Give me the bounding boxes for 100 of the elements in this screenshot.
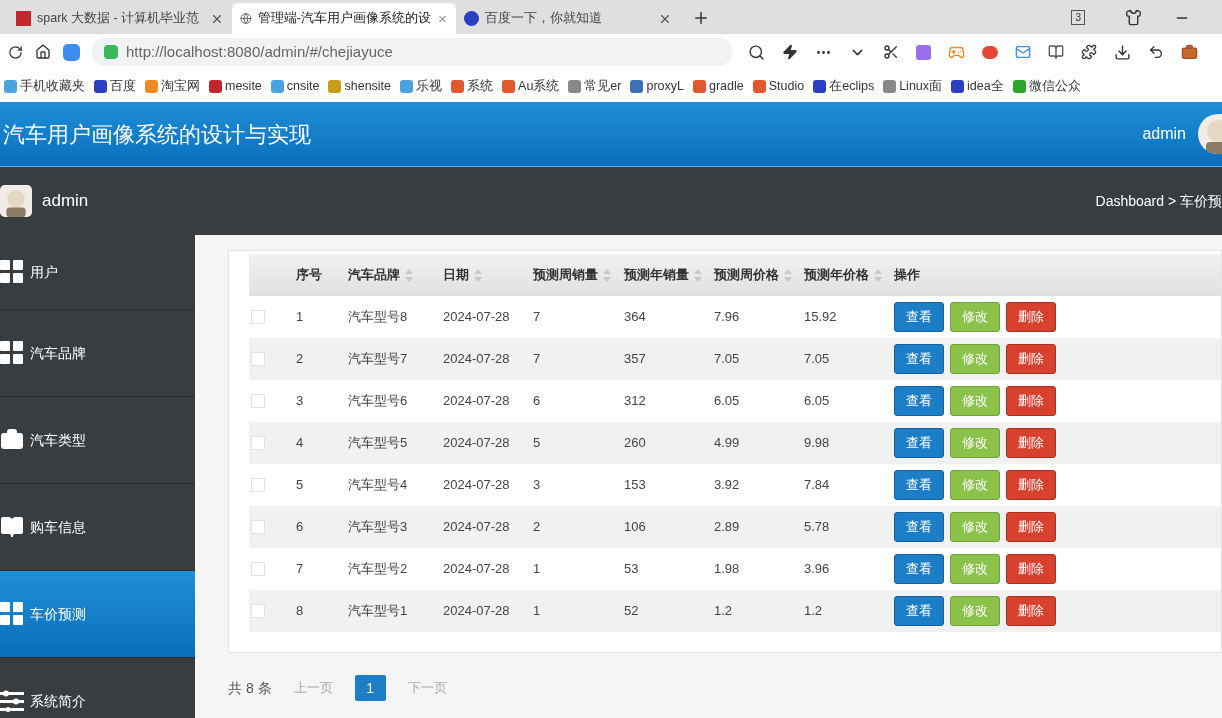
table-cell: 5.78 (804, 519, 830, 535)
view-button[interactable]: 查看 (894, 596, 944, 626)
column-header[interactable]: 预测周价格 (714, 265, 779, 285)
bookmark[interactable]: 系统 (451, 76, 494, 96)
bookmark[interactable]: idea全 (951, 76, 1004, 96)
table-cell: 4 (296, 435, 304, 451)
bookmark[interactable]: Studio (752, 76, 805, 96)
bookmark[interactable]: mesite (209, 76, 262, 96)
column-header: 序号 (296, 266, 322, 285)
table-cell: 9.98 (804, 435, 830, 451)
delete-button[interactable]: 删除 (1006, 512, 1056, 542)
view-button[interactable]: 查看 (894, 512, 944, 542)
column-header[interactable]: 汽车品牌 (348, 265, 400, 285)
row-checkbox[interactable] (251, 478, 265, 492)
home-icon[interactable] (35, 44, 51, 60)
table-cell: 364 (624, 309, 646, 325)
table-cell: 2024-07-28 (443, 519, 510, 535)
page-button[interactable]: 1 (354, 675, 386, 701)
bookmark[interactable]: 淘宝网 (145, 76, 200, 96)
undo-icon[interactable] (1148, 44, 1164, 60)
bookmark[interactable]: 乐视 (400, 76, 443, 96)
delete-button[interactable]: 删除 (1006, 470, 1056, 500)
table-cell: 2024-07-28 (443, 309, 510, 325)
row-checkbox[interactable] (251, 352, 265, 366)
row-checkbox[interactable] (251, 394, 265, 408)
breadcrumb: Dashboard > 车价预 (1095, 191, 1222, 211)
row-checkbox[interactable] (251, 436, 265, 450)
column-header[interactable]: 日期 (443, 265, 469, 285)
address-field[interactable]: http://localhost:8080/admin/#/chejiayuce (92, 38, 732, 66)
bookmark[interactable]: proxyL (630, 76, 684, 96)
skin-icon[interactable] (1125, 9, 1142, 26)
delete-button[interactable]: 删除 (1006, 344, 1056, 374)
column-header: 操作 (894, 266, 920, 285)
scissors-icon[interactable] (883, 44, 899, 60)
tab-count[interactable]: 3 (1071, 10, 1085, 25)
row-checkbox[interactable] (251, 520, 265, 534)
grid-icon (0, 602, 24, 626)
download-icon[interactable] (1114, 43, 1131, 61)
browser-tab[interactable]: spark 大数据 - 计算机毕业范 (8, 3, 232, 34)
bookmark[interactable]: 百度 (94, 76, 136, 96)
browser-tab[interactable]: 百度一下，你就知道 (456, 3, 680, 34)
table-cell: 2024-07-28 (443, 603, 510, 619)
extension-icon[interactable] (1081, 44, 1097, 60)
bookmark[interactable]: 微信公众 (1012, 76, 1081, 96)
sidebar-item[interactable]: 汽车品牌 (0, 310, 195, 397)
table-cell: 4.99 (714, 435, 740, 451)
view-button[interactable]: 查看 (894, 344, 944, 374)
view-button[interactable]: 查看 (894, 302, 944, 332)
reader-icon[interactable] (1048, 44, 1064, 60)
lightning-icon[interactable] (782, 44, 798, 60)
column-header[interactable]: 预测年价格 (804, 265, 869, 285)
delete-button[interactable]: 删除 (1006, 386, 1056, 416)
view-button[interactable]: 查看 (894, 386, 944, 416)
view-button[interactable]: 查看 (894, 554, 944, 584)
table-cell: 2024-07-28 (443, 561, 510, 577)
row-checkbox[interactable] (251, 310, 265, 324)
table-cell: 52 (624, 603, 639, 619)
table-cell: 汽车型号5 (348, 435, 408, 451)
mail-icon[interactable] (1015, 44, 1031, 60)
bookmark[interactable]: gradle (693, 76, 744, 96)
table-cell: 汽车型号1 (348, 603, 408, 619)
bookmark[interactable]: cnsite (270, 76, 320, 96)
book-icon (0, 515, 24, 539)
table-cell: 53 (624, 561, 639, 577)
sidebar-item[interactable]: 用户 (0, 235, 195, 310)
app-title: 汽车用户画像系统的设计与实现 (3, 120, 311, 149)
table-cell: 1 (296, 309, 304, 325)
bookmark[interactable]: Linux面 (883, 76, 943, 96)
zoom-icon[interactable] (748, 43, 765, 61)
sidebar-item[interactable]: 车价预测 (0, 571, 195, 658)
sidebar-item[interactable]: 系统简介 (0, 658, 195, 718)
view-button[interactable]: 查看 (894, 470, 944, 500)
bookmark[interactable]: shensite (328, 76, 392, 96)
table-cell: 7 (533, 351, 541, 367)
tab-title: 百度一下，你就知道 (485, 10, 603, 28)
reload-icon[interactable] (8, 44, 23, 60)
table-cell: 5 (533, 435, 541, 451)
table-cell: 汽车型号7 (348, 351, 408, 367)
column-header[interactable]: 预测周销量 (533, 265, 598, 285)
table-cell: 6 (296, 519, 304, 535)
delete-button[interactable]: 删除 (1006, 596, 1056, 626)
table-cell: 15.92 (804, 309, 837, 325)
browser-tab[interactable]: 管理端-汽车用户画像系统的设 (232, 3, 456, 34)
table-cell: 260 (624, 435, 646, 451)
delete-button[interactable]: 删除 (1006, 554, 1056, 584)
view-button[interactable]: 查看 (894, 428, 944, 458)
bookmark[interactable]: Au系统 (502, 76, 560, 96)
sidebar-item[interactable]: 汽车类型 (0, 397, 195, 484)
delete-button[interactable]: 删除 (1006, 302, 1056, 332)
bookmark[interactable]: 常见er (568, 76, 622, 96)
briefcase-icon[interactable] (1181, 43, 1198, 61)
column-header[interactable]: 预测年销量 (624, 265, 689, 285)
new-tab-icon[interactable] (692, 9, 710, 27)
delete-button[interactable]: 删除 (1006, 428, 1056, 458)
row-checkbox[interactable] (251, 604, 265, 618)
bookmark[interactable]: 在eclips (813, 76, 875, 96)
row-checkbox[interactable] (251, 562, 265, 576)
grid-icon (0, 260, 24, 284)
table-cell: 3 (533, 477, 541, 493)
bookmark[interactable]: 手机收藏夹 (4, 76, 85, 96)
